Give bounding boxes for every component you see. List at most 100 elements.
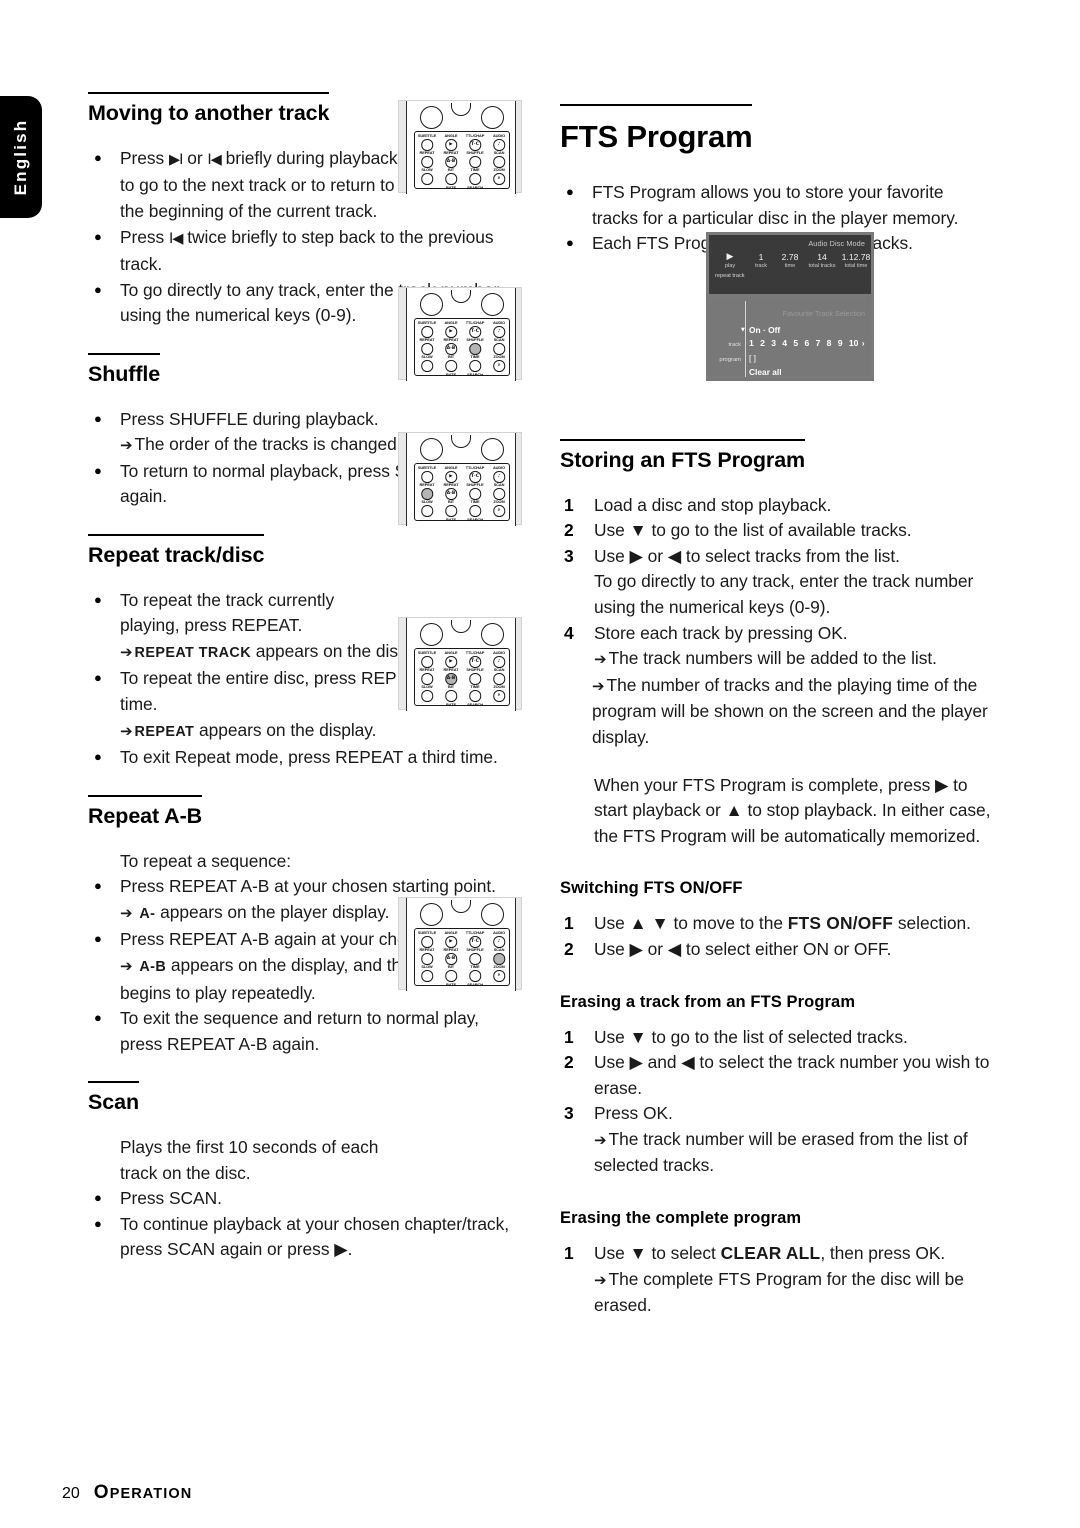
button-slow (421, 970, 433, 982)
button-angle: ▶ (445, 936, 457, 948)
dpad-right-knob (481, 623, 504, 646)
osd-stat-total-time: 1.12.78 total time (841, 252, 871, 269)
button-shuffle (469, 673, 481, 685)
osd-repeat-indicator: repeat track (715, 273, 745, 279)
button-zoom: ⌕ (493, 505, 505, 517)
button-subtitle (421, 936, 433, 948)
list-item: To exit Repeat mode, press REPEAT a thir… (88, 744, 520, 771)
button-repeat-ab-highlighted: A-B (445, 673, 457, 685)
button-subtitle (421, 139, 433, 151)
list-item: Use ▼ to go to the list of available tra… (564, 518, 912, 543)
section-heading-repeat-track-disc: Repeat track/disc (88, 533, 520, 568)
remote-row-1: REPEAT ▶ REPEAT T·C SHUFFLE ♪ SCAN (415, 326, 511, 343)
button-zoom: ⌕ (493, 173, 505, 185)
remote-top-labels: SUBTITLE ANGLE TTL/CHAP AUDIO (417, 465, 506, 470)
remote-diagram-scan: SUBTITLE ANGLE TTL/CHAP AUDIO REPEAT ▶ REPEA… (398, 897, 522, 991)
remote-row-1: REPEAT ▶ REPEAT T·C SHUFFLE ♪ SCAN (415, 936, 511, 953)
button-zoom: ⌕ (493, 360, 505, 372)
button-repeat (421, 673, 433, 685)
remote-button-grid: SUBTITLE ANGLE TTL/CHAP AUDIO REPEAT ▶ REPEA… (414, 463, 511, 522)
osd-fts-title: Favourite Track Selection (782, 309, 865, 318)
list-scan: Plays the first 10 seconds of each track… (88, 1135, 520, 1263)
button-subtitle (421, 471, 433, 483)
osd-stat-total-tracks: 14 total tracks (808, 252, 836, 269)
button-angle: ▶ (445, 656, 457, 668)
list-item: Use ▶ and ◀ to select the track number y… (564, 1050, 990, 1098)
section-heading-storing-fts-program: Storing an FTS Program (560, 438, 992, 473)
remote-row-1: REPEAT ▶ REPEAT T·C SHUFFLE ♪ SCAN (415, 471, 511, 488)
language-tab-label: English (11, 118, 30, 196)
list-switching-steps: Use ▲ ▼ to move to the FTS ON/OFF select… (560, 911, 992, 962)
button-bit-rate (445, 970, 457, 982)
selection-caret-icon: ▼ (741, 327, 745, 333)
button-ttl-chap: T·C (469, 139, 481, 151)
remote-button-grid: SUBTITLE ANGLE TTL/CHAP AUDIO REPEAT ▶ REPEA… (414, 318, 511, 377)
button-time-search (469, 970, 481, 982)
list-erasing-all-steps: Use ▼ to select CLEAR ALL, then press OK… (560, 1241, 992, 1319)
list-item: Press SCAN. (88, 1185, 520, 1212)
intro-text: Plays the first 10 seconds of each track… (120, 1137, 379, 1183)
button-ttl-chap: T·C (469, 656, 481, 668)
result-line: ➔ The track numbers will be added to the … (594, 648, 937, 669)
button-shuffle-highlighted (469, 343, 481, 355)
osd-status-panel: Audio Disc Mode ▶ play 1 track 2.78 time… (709, 235, 871, 294)
dpad-right-knob (481, 903, 504, 926)
osd-divider (745, 301, 746, 377)
osd-status-row: ▶ play 1 track 2.78 time 14 total tracks… (713, 252, 873, 270)
button-ttl-chap: T·C (469, 936, 481, 948)
footer-section-name: OPERATION (93, 1482, 193, 1503)
remote-row-1: REPEAT ▶ REPEAT T·C SHUFFLE ♪ SCAN (415, 139, 511, 156)
button-slow (421, 690, 433, 702)
button-scan-highlighted (493, 953, 505, 965)
subheading-erasing-complete-program: Erasing the complete program (560, 1209, 802, 1228)
dpad-center-button (451, 435, 471, 448)
dpad-left-knob (420, 903, 443, 926)
remote-diagram-repeat-ab: SUBTITLE ANGLE TTL/CHAP AUDIO REPEAT ▶ REPEA… (398, 617, 522, 711)
list-item: To exit the sequence and return to norma… (88, 1005, 520, 1057)
osd-program-label: program (719, 357, 741, 363)
button-zoom: ⌕ (493, 970, 505, 982)
intro-text: To repeat a sequence: (120, 850, 292, 871)
result-line: ➔ REPEAT appears on the display. (120, 719, 377, 740)
remote-row-2: SLOW A-B BIT TIME ZOOM (415, 156, 511, 173)
button-repeat (421, 953, 433, 965)
remote-dpad (415, 435, 509, 462)
button-angle: ▶ (445, 471, 457, 483)
button-subtitle (421, 656, 433, 668)
dpad-left-knob (420, 623, 443, 646)
dpad-center-button (451, 103, 471, 116)
remote-top-labels: SUBTITLE ANGLE TTL/CHAP AUDIO (417, 133, 506, 138)
button-time-search (469, 505, 481, 517)
osd-fts-onoff: On · Off (749, 325, 781, 335)
button-repeat (421, 156, 433, 168)
dpad-center-button (451, 900, 471, 913)
button-shuffle (469, 953, 481, 965)
button-slow (421, 173, 433, 185)
remote-shell: SUBTITLE ANGLE TTL/CHAP AUDIO REPEAT ▶ REPEA… (406, 288, 516, 381)
section-heading-repeat-ab: Repeat A-B (88, 794, 520, 829)
dpad-left-knob (420, 293, 443, 316)
result-line: ➔ The complete FTS Program for the disc w… (594, 1268, 964, 1316)
button-angle: ▶ (445, 326, 457, 338)
list-item: Load a disc and stop playback. (564, 493, 832, 518)
remote-dpad (415, 103, 509, 130)
osd-stat-time: 2.78 time (781, 252, 799, 269)
button-scan (493, 343, 505, 355)
remote-row-3: RATE SEARCH ⌕ (415, 690, 511, 707)
list-storing-steps: Load a disc and stop playback. Use ▼ to … (560, 493, 992, 850)
footer: 20 OPERATION (62, 1482, 192, 1504)
more-tracks-icon: › (861, 338, 865, 348)
remote-top-labels: SUBTITLE ANGLE TTL/CHAP AUDIO (417, 650, 506, 655)
list-item: Press OK. ➔ The track number will be eras… (560, 1101, 992, 1179)
button-bit-rate (445, 505, 457, 517)
button-audio: ♪ (493, 139, 505, 151)
button-subtitle (421, 326, 433, 338)
button-audio: ♪ (493, 471, 505, 483)
list-item: Use ▶ or ◀ to select tracks from the lis… (564, 544, 974, 617)
button-slow (421, 505, 433, 517)
osd-clear-all-option: Clear all (749, 367, 782, 377)
osd-stat-play: ▶ play (713, 252, 747, 270)
list-item: Use ▲ ▼ to move to the FTS ON/OFF select… (564, 911, 971, 936)
button-scan (493, 488, 505, 500)
remote-row-3: RATE SEARCH ⌕ (415, 360, 511, 377)
